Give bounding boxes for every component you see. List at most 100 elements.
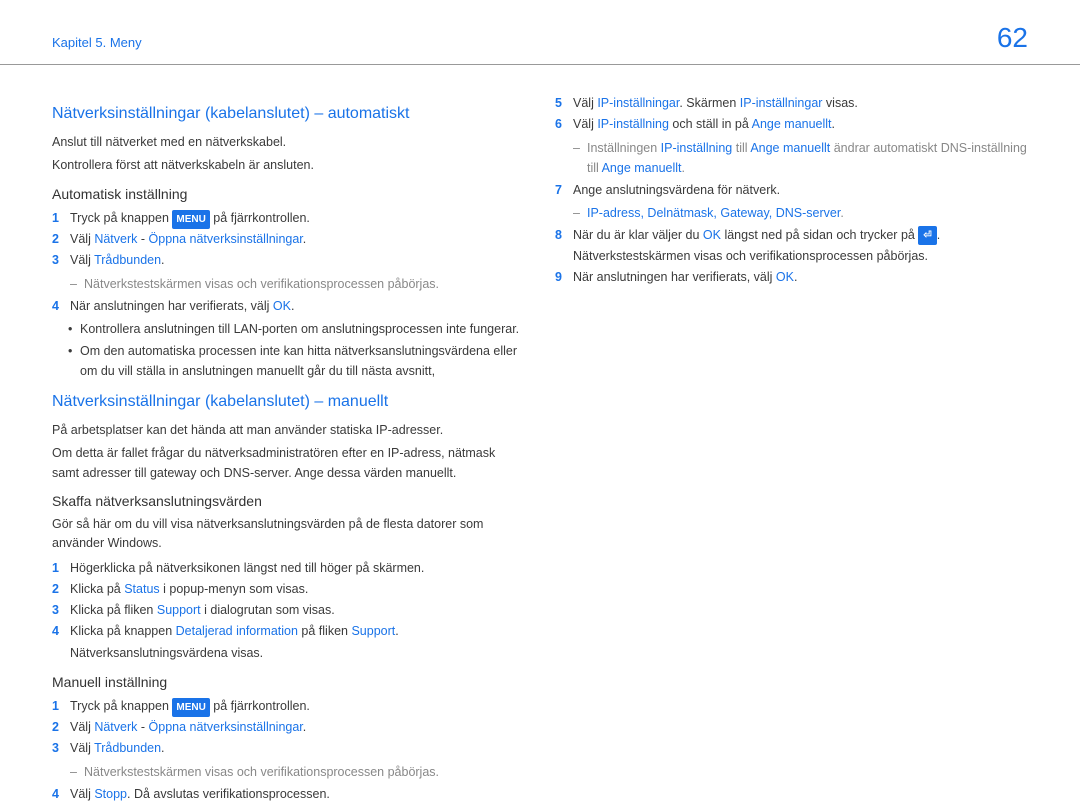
step-text: . xyxy=(161,741,164,755)
link-ip-installning[interactable]: IP-inställning xyxy=(661,141,733,155)
link-stopp[interactable]: Stopp xyxy=(94,787,127,801)
step-text: visas. xyxy=(822,96,857,110)
step-number: 3 xyxy=(52,250,59,271)
link-status[interactable]: Status xyxy=(124,582,159,596)
link-support[interactable]: Support xyxy=(157,603,201,617)
step-number: 2 xyxy=(52,579,59,600)
step-item: 2 Välj Nätverk - Öppna nätverksinställni… xyxy=(52,229,525,250)
step-number: 7 xyxy=(555,180,562,201)
link-ip-values[interactable]: IP-adress, Delnätmask, Gateway, DNS-serv… xyxy=(587,206,840,220)
step-item: 3 Klicka på fliken Support i dialogrutan… xyxy=(52,600,525,621)
note-text: . xyxy=(840,206,843,220)
step-item: 9 När anslutningen har verifierats, välj… xyxy=(555,267,1028,288)
left-column: Nätverksinställningar (kabelanslutet) – … xyxy=(52,93,525,805)
step-note: Nätverkstestskärmen visas och verifikati… xyxy=(52,274,525,294)
note-text: till xyxy=(732,141,750,155)
link-oppna[interactable]: Öppna nätverksinställningar xyxy=(149,720,303,734)
step-item: 2 Klicka på Status i popup-menyn som vis… xyxy=(52,579,525,600)
step-text: . Då avslutas verifikationsprocessen. xyxy=(127,787,330,801)
step-number: 6 xyxy=(555,114,562,135)
step-number: 4 xyxy=(52,296,59,317)
step-text: Klicka på xyxy=(70,582,124,596)
step-text: Tryck på knappen xyxy=(70,211,172,225)
link-support[interactable]: Support xyxy=(351,624,395,638)
intro-paragraph: På arbetsplatser kan det hända att man a… xyxy=(52,421,525,440)
link-ange-manuellt[interactable]: Ange manuellt xyxy=(750,141,830,155)
step-text: . xyxy=(832,117,835,131)
step-text: Välj xyxy=(573,117,597,131)
page-content: Nätverksinställningar (kabelanslutet) – … xyxy=(0,93,1080,805)
note-text: . xyxy=(682,161,685,175)
step-text: . xyxy=(161,253,164,267)
link-detaljerad[interactable]: Detaljerad information xyxy=(176,624,298,638)
step-text: . Skärmen xyxy=(679,96,739,110)
note-bullet: Om den automatiska processen inte kan hi… xyxy=(52,341,525,381)
step-number: 5 xyxy=(555,93,562,114)
step-text: på fliken xyxy=(298,624,352,638)
step-number: 3 xyxy=(52,600,59,621)
step-text: Klicka på knappen xyxy=(70,624,176,638)
step-number: 9 xyxy=(555,267,562,288)
step-text: Välj xyxy=(70,741,94,755)
link-oppna[interactable]: Öppna nätverksinställningar xyxy=(149,232,303,246)
step-text: Klicka på fliken xyxy=(70,603,157,617)
step-number: 4 xyxy=(52,784,59,805)
step-text: på fjärrkontrollen. xyxy=(210,699,310,713)
step-number: 2 xyxy=(52,229,59,250)
step-number: 8 xyxy=(555,225,562,246)
link-ange-manuellt[interactable]: Ange manuellt xyxy=(752,117,832,131)
subsection-heading-manual-setup: Manuell inställning xyxy=(52,674,525,690)
right-column: 5 Välj IP-inställningar. Skärmen IP-inst… xyxy=(555,93,1028,805)
step-text: Välj xyxy=(70,720,94,734)
step-item: 4 Klicka på knappen Detaljerad informati… xyxy=(52,621,525,664)
step-text: Välj xyxy=(70,253,94,267)
intro-paragraph: Anslut till nätverket med en nätverkskab… xyxy=(52,133,525,152)
step-text: När anslutningen har verifierats, välj xyxy=(70,299,273,313)
link-ok[interactable]: OK xyxy=(776,270,794,284)
step-item: 4 När anslutningen har verifierats, välj… xyxy=(52,296,525,317)
link-natverk[interactable]: Nätverk xyxy=(94,232,137,246)
section-heading-auto: Nätverksinställningar (kabelanslutet) – … xyxy=(52,105,525,123)
step-item: 2 Välj Nätverk - Öppna nätverksinställni… xyxy=(52,717,525,738)
link-tradbunden[interactable]: Trådbunden xyxy=(94,741,161,755)
note-bullet: Kontrollera anslutningen till LAN-porten… xyxy=(52,319,525,339)
step-text: längst ned på sidan och trycker på xyxy=(721,228,918,242)
step-text: När anslutningen har verifierats, välj xyxy=(573,270,776,284)
steps-manual: 1 Tryck på knappen MENU på fjärrkontroll… xyxy=(52,696,525,805)
note-text: Inställningen xyxy=(587,141,661,155)
subsection-heading-auto-setup: Automatisk inställning xyxy=(52,186,525,202)
step-number: 3 xyxy=(52,738,59,759)
step-text: . xyxy=(303,720,306,734)
chapter-label: Kapitel 5. Meny xyxy=(52,35,142,50)
step-note: Inställningen IP-inställning till Ange m… xyxy=(555,138,1028,178)
link-tradbunden[interactable]: Trådbunden xyxy=(94,253,161,267)
link-ip-installningar[interactable]: IP-inställningar xyxy=(740,96,823,110)
step-item: 3 Välj Trådbunden. xyxy=(52,738,525,759)
link-ange-manuellt[interactable]: Ange manuellt xyxy=(602,161,682,175)
step-text: - xyxy=(137,232,148,246)
link-ip-installning[interactable]: IP-inställning xyxy=(597,117,669,131)
link-natverk[interactable]: Nätverk xyxy=(94,720,137,734)
step-item: 1 Tryck på knappen MENU på fjärrkontroll… xyxy=(52,208,525,229)
step-item: 4 Välj Stopp. Då avslutas verifikationsp… xyxy=(52,784,525,805)
link-ok[interactable]: OK xyxy=(273,299,291,313)
step-number: 2 xyxy=(52,717,59,738)
steps-skaffa: 1 Högerklicka på nätverksikonen längst n… xyxy=(52,558,525,664)
steps-manual-continued: 5 Välj IP-inställningar. Skärmen IP-inst… xyxy=(555,93,1028,289)
step-text: . xyxy=(794,270,797,284)
step-item: 1 Högerklicka på nätverksikonen längst n… xyxy=(52,558,525,579)
intro-paragraph: Om detta är fallet frågar du nätverksadm… xyxy=(52,444,525,483)
link-ok[interactable]: OK xyxy=(703,228,721,242)
step-item: 6 Välj IP-inställning och ställ in på An… xyxy=(555,114,1028,135)
menu-badge-icon: MENU xyxy=(172,698,209,717)
page-header: Kapitel 5. Meny 62 xyxy=(0,0,1080,65)
steps-auto: 1 Tryck på knappen MENU på fjärrkontroll… xyxy=(52,208,525,317)
step-text: . xyxy=(303,232,306,246)
step-number: 1 xyxy=(52,208,59,229)
step-number: 1 xyxy=(52,696,59,717)
menu-badge-icon: MENU xyxy=(172,210,209,229)
step-text: - xyxy=(137,720,148,734)
step-number: 4 xyxy=(52,621,59,642)
step-text: Ange anslutningsvärdena för nätverk. xyxy=(573,183,780,197)
link-ip-installningar[interactable]: IP-inställningar xyxy=(597,96,679,110)
